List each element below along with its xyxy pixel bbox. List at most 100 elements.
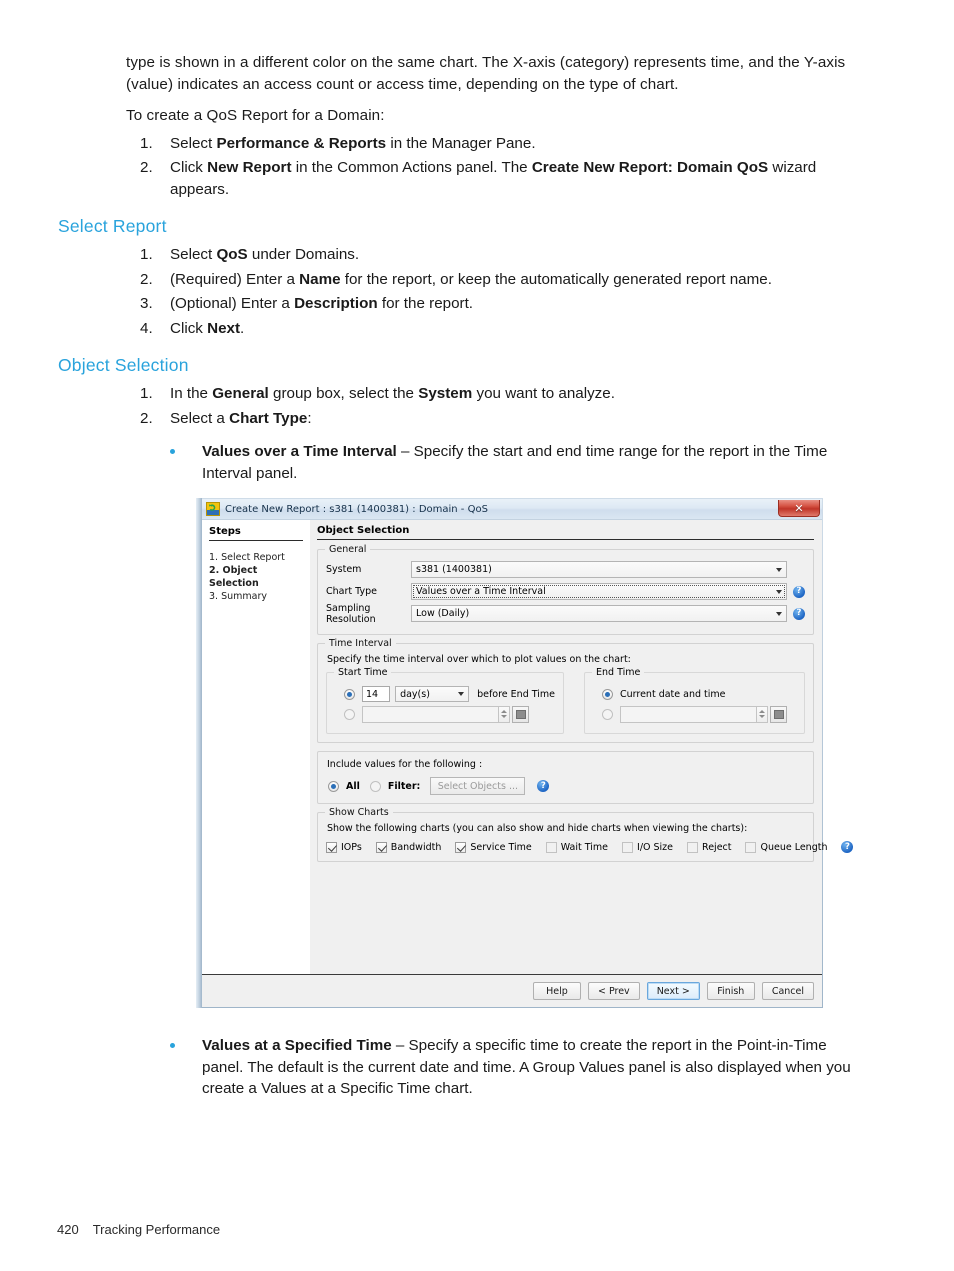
object-selection-steps-list: 1. In the General group box, select the S… — [126, 383, 871, 429]
app-icon — [206, 502, 220, 516]
dialog-titlebar[interactable]: Create New Report : s381 (1400381) : Dom… — [202, 499, 822, 520]
step-bold: Next — [207, 319, 241, 337]
system-dropdown[interactable]: s381 (1400381) — [411, 561, 787, 578]
step-pre: Select — [170, 246, 217, 263]
checkbox-item-wait-time[interactable]: Wait Time — [545, 841, 608, 853]
steps-pane-title: Steps — [209, 526, 303, 541]
intro-steps-list: 1. Select Performance & Reports in the Ma… — [126, 133, 871, 201]
footer-chapter: Tracking Performance — [92, 1222, 221, 1237]
step-item-select-report[interactable]: 1. Select Report — [209, 551, 303, 564]
end-time-absolute-radio[interactable] — [602, 708, 613, 720]
select-objects-button[interactable]: Select Objects ... — [430, 777, 526, 795]
list-number: 1. — [140, 246, 153, 263]
list-number: 1. — [140, 134, 153, 152]
start-time-amount-input[interactable]: 14 — [362, 686, 391, 702]
iops-checkbox[interactable] — [326, 841, 337, 853]
start-time-absolute-input[interactable] — [362, 705, 498, 723]
service-time-label: Service Time — [470, 841, 532, 853]
close-icon[interactable]: ✕ — [778, 500, 820, 517]
before-end-time-label: before End Time — [477, 688, 555, 700]
include-filter-radio[interactable] — [369, 780, 381, 792]
system-label: System — [326, 564, 362, 575]
list-item: 4. Click Next. — [126, 318, 871, 340]
io-size-checkbox[interactable] — [622, 841, 634, 853]
start-time-relative-radio[interactable] — [344, 688, 355, 700]
reject-checkbox[interactable] — [687, 841, 699, 853]
spinner-buttons-icon[interactable] — [498, 705, 510, 723]
checkbox-item-bandwidth[interactable]: Bandwidth — [375, 841, 441, 853]
end-time-calendar-icon[interactable] — [770, 705, 787, 723]
section-heading-select-report: Select Report — [58, 216, 167, 236]
bullet-dot-icon — [170, 1043, 175, 1048]
list-item: 2. Click New Report in the Common Actions… — [126, 157, 871, 200]
lead-in-text: To create a QoS Report for a Domain: — [126, 107, 385, 124]
checkbox-item-queue-length[interactable]: Queue Length — [745, 841, 828, 853]
sampling-resolution-help-slot: ? — [787, 607, 805, 620]
start-time-absolute-radio[interactable] — [344, 708, 355, 720]
time-interval-legend: Time Interval — [325, 638, 396, 649]
general-group-legend: General — [325, 544, 371, 555]
document-body-lower: Values at a Specified Time – Specify a s… — [126, 1035, 871, 1100]
dialog-title: Create New Report : s381 (1400381) : Dom… — [225, 503, 488, 515]
step-bold: General — [212, 385, 269, 402]
create-new-report-dialog-screenshot: Create New Report : s381 (1400381) : Dom… — [196, 498, 854, 1008]
help-icon[interactable]: ? — [841, 841, 854, 853]
include-values-row: All Filter: Select Objects ... ? — [326, 777, 805, 795]
chart-type-bullet-list-1: Values over a Time Interval – Specify th… — [126, 441, 871, 484]
checkbox-item-reject[interactable]: Reject — [687, 841, 732, 853]
step-mid: group box, select the — [268, 385, 419, 402]
start-time-calendar-icon[interactable] — [512, 705, 529, 723]
help-button[interactable]: Help — [532, 982, 581, 1000]
step-post: under Domains. — [247, 246, 360, 263]
chart-type-dropdown[interactable]: Values over a Time Interval — [411, 583, 787, 600]
spinner-buttons-icon[interactable] — [756, 705, 768, 723]
dialog-button-bar: Help < Prev Next > Finish Cancel — [202, 974, 822, 1007]
start-time-absolute-spinner[interactable] — [362, 705, 510, 723]
help-icon[interactable]: ? — [793, 607, 805, 620]
help-icon[interactable]: ? — [793, 585, 805, 598]
step-mid: in the Common Actions panel. The — [291, 159, 532, 176]
wait-time-checkbox[interactable] — [545, 841, 557, 853]
end-time-absolute-spinner[interactable] — [620, 705, 768, 723]
chevron-down-icon — [771, 606, 786, 621]
checkbox-item-iops[interactable]: IOPs — [326, 841, 362, 853]
sampling-resolution-label: Sampling Resolution — [326, 602, 376, 625]
cancel-button[interactable]: Cancel — [761, 982, 814, 1000]
checkbox-item-io-size[interactable]: I/O Size — [622, 841, 673, 853]
next-button[interactable]: Next > — [646, 982, 700, 1000]
service-time-checkbox[interactable] — [455, 841, 467, 853]
step-bold: Description — [294, 295, 378, 312]
step-bold: New Report — [207, 159, 292, 176]
system-field-row: System s381 (1400381) — [326, 560, 805, 579]
step-post: for the report. — [377, 295, 474, 312]
reject-label: Reject — [702, 841, 732, 853]
list-item: 1. In the General group box, select the S… — [126, 383, 871, 405]
step-post: . — [240, 319, 245, 337]
start-time-unit-dropdown[interactable]: day(s) — [395, 686, 470, 702]
step-pre: Select a — [170, 409, 230, 427]
end-time-current-radio[interactable] — [602, 688, 613, 700]
include-values-hint: Include values for the following : — [327, 759, 483, 770]
start-time-legend: Start Time — [334, 667, 392, 678]
prev-button[interactable]: < Prev — [587, 982, 640, 1000]
finish-button[interactable]: Finish — [706, 982, 755, 1000]
bullet-bold: Values over a Time Interval — [202, 443, 397, 460]
include-values-group: Include values for the following : All F… — [317, 751, 814, 804]
section-heading-object-selection: Object Selection — [58, 355, 189, 375]
show-charts-group: Show Charts Show the following charts (y… — [317, 807, 854, 862]
include-all-radio[interactable] — [328, 780, 339, 792]
help-icon[interactable]: ? — [537, 780, 550, 792]
list-number: 2. — [140, 409, 153, 427]
end-time-legend: End Time — [592, 667, 645, 678]
queue-length-checkbox[interactable] — [745, 841, 757, 853]
end-time-absolute-input[interactable] — [620, 705, 756, 723]
intro-paragraph: type is shown in a different color on th… — [126, 54, 846, 93]
step-post: you want to analyze. — [472, 385, 615, 402]
step-item-object-selection[interactable]: 2. Object Selection — [209, 564, 303, 590]
bandwidth-checkbox[interactable] — [375, 841, 387, 853]
sampling-resolution-dropdown[interactable]: Low (Daily) — [411, 605, 787, 622]
queue-length-label: Queue Length — [760, 841, 828, 853]
step-item-summary[interactable]: 3. Summary — [209, 590, 303, 603]
checkbox-item-service-time[interactable]: Service Time — [455, 841, 532, 853]
include-all-label: All — [346, 780, 360, 792]
